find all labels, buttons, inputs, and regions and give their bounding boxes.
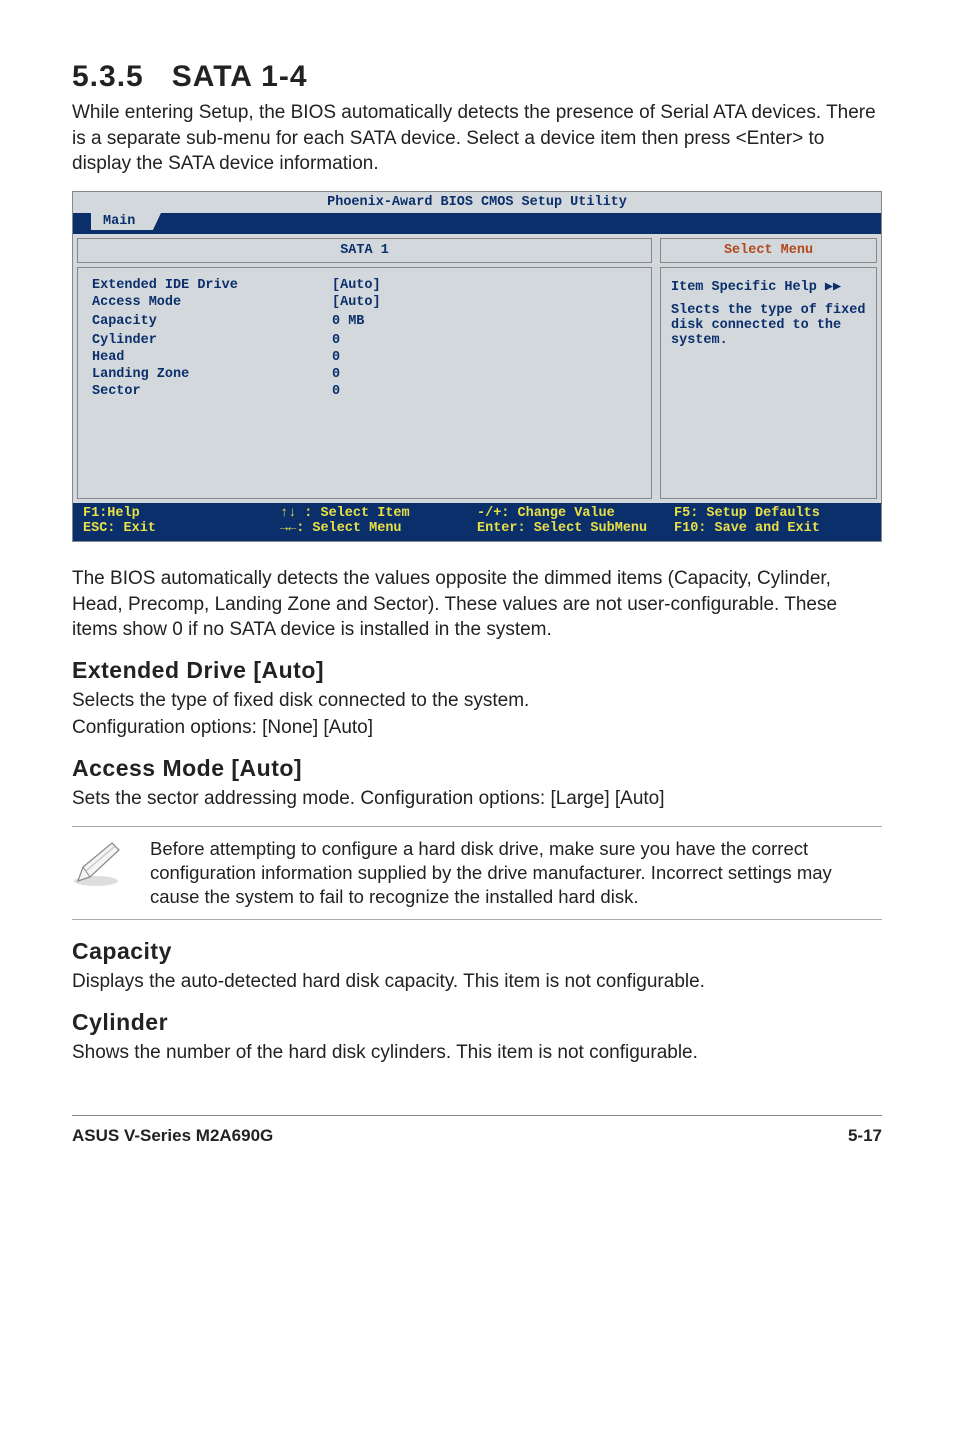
bios-item-value: 0 bbox=[332, 350, 340, 365]
capacity-heading: Capacity bbox=[72, 938, 882, 965]
bios-item-label: Capacity bbox=[92, 314, 332, 329]
note-text: Before attempting to configure a hard di… bbox=[150, 837, 878, 909]
bios-item-label: Head bbox=[92, 350, 332, 365]
bios-item-row[interactable]: Extended IDE Drive[Auto] bbox=[92, 278, 637, 293]
bios-item-label: Cylinder bbox=[92, 333, 332, 348]
cylinder-body: Shows the number of the hard disk cylind… bbox=[72, 1040, 882, 1066]
bios-item-label: Sector bbox=[92, 384, 332, 399]
bios-footer-col4: F5: Setup Defaults F10: Save and Exit bbox=[674, 506, 871, 536]
bios-item-value: [Auto] bbox=[332, 295, 381, 310]
access-mode-body: Sets the sector addressing mode. Configu… bbox=[72, 786, 882, 812]
footer-left: ASUS V-Series M2A690G bbox=[72, 1126, 273, 1146]
cylinder-heading: Cylinder bbox=[72, 1009, 882, 1036]
extended-drive-heading: Extended Drive [Auto] bbox=[72, 657, 882, 684]
bios-item-row[interactable]: Head0 bbox=[92, 350, 637, 365]
capacity-body: Displays the auto-detected hard disk cap… bbox=[72, 969, 882, 995]
section-heading: 5.3.5 SATA 1-4 bbox=[72, 60, 882, 94]
bios-item-row[interactable]: Sector0 bbox=[92, 384, 637, 399]
bios-item-value: 0 MB bbox=[332, 314, 364, 329]
bios-tab-main[interactable]: Main bbox=[91, 213, 153, 230]
bios-footer-col2: ↑↓ : Select Item →←: Select Menu bbox=[280, 506, 477, 536]
bios-item-value: [Auto] bbox=[332, 278, 381, 293]
section-number: 5.3.5 bbox=[72, 60, 144, 93]
bios-left-heading: SATA 1 bbox=[77, 238, 652, 263]
extended-drive-line2: Configuration options: [None] [Auto] bbox=[72, 715, 882, 741]
extended-drive-line1: Selects the type of fixed disk connected… bbox=[72, 688, 882, 714]
bios-item-row[interactable]: Landing Zone0 bbox=[92, 367, 637, 382]
bios-screenshot: Phoenix-Award BIOS CMOS Setup Utility Ma… bbox=[72, 191, 882, 542]
bios-footer-col1: F1:Help ESC: Exit bbox=[83, 506, 280, 536]
bios-item-list: Extended IDE Drive[Auto]Access Mode[Auto… bbox=[77, 267, 652, 499]
bios-item-value: 0 bbox=[332, 367, 340, 382]
bios-item-row[interactable]: Access Mode[Auto] bbox=[92, 295, 637, 310]
bios-item-label: Extended IDE Drive bbox=[92, 278, 332, 293]
bios-item-label: Landing Zone bbox=[92, 367, 332, 382]
bios-tab-bar: Main bbox=[73, 213, 881, 230]
footer-right: 5-17 bbox=[848, 1126, 882, 1146]
bios-item-value: 0 bbox=[332, 384, 340, 399]
bios-footer-col3: -/+: Change Value Enter: Select SubMenu bbox=[477, 506, 674, 536]
bios-right-heading: Select Menu bbox=[660, 238, 877, 263]
bios-item-row[interactable]: Capacity0 MB bbox=[92, 314, 637, 329]
note-block: Before attempting to configure a hard di… bbox=[72, 826, 882, 920]
access-mode-heading: Access Mode [Auto] bbox=[72, 755, 882, 782]
page-footer: ASUS V-Series M2A690G 5-17 bbox=[72, 1115, 882, 1146]
post-bios-paragraph: The BIOS automatically detects the value… bbox=[72, 566, 882, 643]
bios-help-panel: Item Specific Help ▶▶ Slects the type of… bbox=[660, 267, 877, 499]
bios-footer-bar: F1:Help ESC: Exit ↑↓ : Select Item →←: S… bbox=[73, 503, 881, 541]
bios-item-label: Access Mode bbox=[92, 295, 332, 310]
bios-item-row[interactable]: Cylinder0 bbox=[92, 333, 637, 348]
bios-utility-title: Phoenix-Award BIOS CMOS Setup Utility bbox=[73, 192, 881, 213]
pencil-icon bbox=[72, 837, 150, 894]
bios-item-value: 0 bbox=[332, 333, 340, 348]
bios-help-title: Item Specific Help ▶▶ bbox=[671, 278, 866, 295]
intro-paragraph: While entering Setup, the BIOS automatic… bbox=[72, 100, 882, 177]
section-title: SATA 1-4 bbox=[172, 60, 308, 93]
bios-help-body: Slects the type of fixed disk connected … bbox=[671, 303, 866, 348]
